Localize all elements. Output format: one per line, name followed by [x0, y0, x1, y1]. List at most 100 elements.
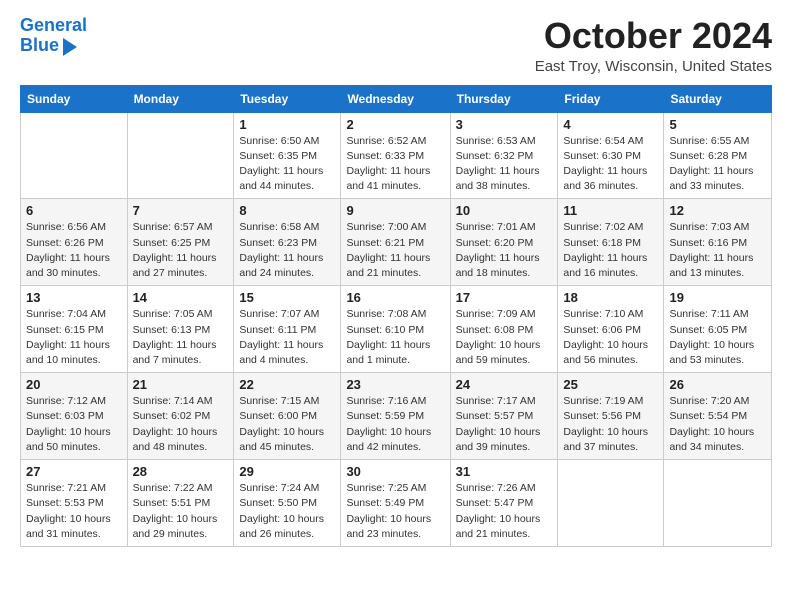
day-cell: 24 Sunrise: 7:17 AMSunset: 5:57 PMDayligh… — [450, 373, 558, 460]
day-number: 24 — [456, 377, 553, 392]
week-row-5: 27 Sunrise: 7:21 AMSunset: 5:53 PMDayligh… — [21, 460, 772, 547]
week-row-1: 1 Sunrise: 6:50 AMSunset: 6:35 PMDaylight… — [21, 112, 772, 199]
day-cell: 5 Sunrise: 6:55 AMSunset: 6:28 PMDaylight… — [664, 112, 772, 199]
day-detail: Sunrise: 7:24 AMSunset: 5:50 PMDaylight:… — [239, 481, 335, 542]
logo-text: General Blue — [20, 16, 87, 56]
day-detail: Sunrise: 7:01 AMSunset: 6:20 PMDaylight:… — [456, 220, 553, 281]
day-number: 11 — [563, 203, 658, 218]
day-cell: 9Sunrise: 7:00 AMSunset: 6:21 PMDaylight… — [341, 199, 450, 286]
location-title: East Troy, Wisconsin, United States — [535, 58, 772, 75]
day-cell: 27 Sunrise: 7:21 AMSunset: 5:53 PMDayligh… — [21, 460, 128, 547]
day-number: 16 — [346, 290, 444, 305]
logo-arrow-icon — [63, 38, 77, 56]
day-cell: 19 Sunrise: 7:11 AMSunset: 6:05 PMDayligh… — [664, 286, 772, 373]
day-cell: 22 Sunrise: 7:15 AMSunset: 6:00 PMDayligh… — [234, 373, 341, 460]
day-cell: 23Sunrise: 7:16 AMSunset: 5:59 PMDayligh… — [341, 373, 450, 460]
day-detail: Sunrise: 7:21 AMSunset: 5:53 PMDaylight:… — [26, 481, 122, 542]
day-cell — [664, 460, 772, 547]
day-number: 30 — [346, 464, 444, 479]
day-cell: 4Sunrise: 6:54 AMSunset: 6:30 PMDaylight… — [558, 112, 664, 199]
day-detail: Sunrise: 7:09 AMSunset: 6:08 PMDaylight:… — [456, 307, 553, 368]
day-number: 14 — [133, 290, 229, 305]
day-cell: 17 Sunrise: 7:09 AMSunset: 6:08 PMDayligh… — [450, 286, 558, 373]
weekday-header-saturday: Saturday — [664, 85, 772, 112]
day-detail: Sunrise: 7:00 AMSunset: 6:21 PMDaylight:… — [346, 220, 444, 281]
day-detail: Sunrise: 7:05 AMSunset: 6:13 PMDaylight:… — [133, 307, 229, 368]
day-cell: 3 Sunrise: 6:53 AMSunset: 6:32 PMDaylight… — [450, 112, 558, 199]
day-number: 15 — [239, 290, 335, 305]
header: General Blue October 2024 East Troy, Wis… — [20, 16, 772, 75]
day-number: 21 — [133, 377, 229, 392]
day-number: 10 — [456, 203, 553, 218]
day-detail: Sunrise: 6:58 AMSunset: 6:23 PMDaylight:… — [239, 220, 335, 281]
day-cell: 16 Sunrise: 7:08 AMSunset: 6:10 PMDayligh… — [341, 286, 450, 373]
day-detail: Sunrise: 7:19 AMSunset: 5:56 PMDaylight:… — [563, 394, 658, 455]
day-cell: 10 Sunrise: 7:01 AMSunset: 6:20 PMDayligh… — [450, 199, 558, 286]
day-cell: 29 Sunrise: 7:24 AMSunset: 5:50 PMDayligh… — [234, 460, 341, 547]
day-cell: 21Sunrise: 7:14 AMSunset: 6:02 PMDayligh… — [127, 373, 234, 460]
calendar-table: SundayMondayTuesdayWednesdayThursdayFrid… — [20, 85, 772, 547]
day-cell: 14 Sunrise: 7:05 AMSunset: 6:13 PMDayligh… — [127, 286, 234, 373]
day-detail: Sunrise: 6:55 AMSunset: 6:28 PMDaylight:… — [669, 134, 766, 195]
day-detail: Sunrise: 6:53 AMSunset: 6:32 PMDaylight:… — [456, 134, 553, 195]
day-cell: 20Sunrise: 7:12 AMSunset: 6:03 PMDayligh… — [21, 373, 128, 460]
weekday-header-wednesday: Wednesday — [341, 85, 450, 112]
weekday-header-monday: Monday — [127, 85, 234, 112]
weekday-header-friday: Friday — [558, 85, 664, 112]
day-cell: 1 Sunrise: 6:50 AMSunset: 6:35 PMDaylight… — [234, 112, 341, 199]
day-detail: Sunrise: 6:52 AMSunset: 6:33 PMDaylight:… — [346, 134, 444, 195]
day-detail: Sunrise: 6:57 AMSunset: 6:25 PMDaylight:… — [133, 220, 229, 281]
day-detail: Sunrise: 7:16 AMSunset: 5:59 PMDaylight:… — [346, 394, 444, 455]
day-cell: 11 Sunrise: 7:02 AMSunset: 6:18 PMDayligh… — [558, 199, 664, 286]
day-number: 17 — [456, 290, 553, 305]
weekday-header-thursday: Thursday — [450, 85, 558, 112]
day-cell: 12Sunrise: 7:03 AMSunset: 6:16 PMDayligh… — [664, 199, 772, 286]
week-row-3: 13Sunrise: 7:04 AMSunset: 6:15 PMDayligh… — [21, 286, 772, 373]
day-detail: Sunrise: 7:20 AMSunset: 5:54 PMDaylight:… — [669, 394, 766, 455]
day-detail: Sunrise: 7:15 AMSunset: 6:00 PMDaylight:… — [239, 394, 335, 455]
day-number: 12 — [669, 203, 766, 218]
day-number: 2 — [346, 117, 444, 132]
weekday-header-tuesday: Tuesday — [234, 85, 341, 112]
day-number: 19 — [669, 290, 766, 305]
day-cell: 6 Sunrise: 6:56 AMSunset: 6:26 PMDaylight… — [21, 199, 128, 286]
day-number: 27 — [26, 464, 122, 479]
day-cell: 13Sunrise: 7:04 AMSunset: 6:15 PMDayligh… — [21, 286, 128, 373]
day-cell: 2 Sunrise: 6:52 AMSunset: 6:33 PMDaylight… — [341, 112, 450, 199]
day-detail: Sunrise: 6:54 AMSunset: 6:30 PMDaylight:… — [563, 134, 658, 195]
day-cell — [21, 112, 128, 199]
day-detail: Sunrise: 7:07 AMSunset: 6:11 PMDaylight:… — [239, 307, 335, 368]
day-detail: Sunrise: 7:02 AMSunset: 6:18 PMDaylight:… — [563, 220, 658, 281]
day-number: 6 — [26, 203, 122, 218]
day-detail: Sunrise: 7:08 AMSunset: 6:10 PMDaylight:… — [346, 307, 444, 368]
day-number: 31 — [456, 464, 553, 479]
day-number: 18 — [563, 290, 658, 305]
day-number: 1 — [239, 117, 335, 132]
month-title: October 2024 — [535, 16, 772, 56]
day-detail: Sunrise: 7:17 AMSunset: 5:57 PMDaylight:… — [456, 394, 553, 455]
day-number: 8 — [239, 203, 335, 218]
day-number: 26 — [669, 377, 766, 392]
day-detail: Sunrise: 7:10 AMSunset: 6:06 PMDaylight:… — [563, 307, 658, 368]
day-number: 29 — [239, 464, 335, 479]
day-number: 3 — [456, 117, 553, 132]
day-cell: 28 Sunrise: 7:22 AMSunset: 5:51 PMDayligh… — [127, 460, 234, 547]
day-number: 28 — [133, 464, 229, 479]
day-detail: Sunrise: 6:50 AMSunset: 6:35 PMDaylight:… — [239, 134, 335, 195]
day-number: 13 — [26, 290, 122, 305]
day-cell: 7Sunrise: 6:57 AMSunset: 6:25 PMDaylight… — [127, 199, 234, 286]
title-area: October 2024 East Troy, Wisconsin, Unite… — [535, 16, 772, 75]
week-row-2: 6 Sunrise: 6:56 AMSunset: 6:26 PMDaylight… — [21, 199, 772, 286]
day-detail: Sunrise: 7:22 AMSunset: 5:51 PMDaylight:… — [133, 481, 229, 542]
day-cell — [558, 460, 664, 547]
day-cell: 26 Sunrise: 7:20 AMSunset: 5:54 PMDayligh… — [664, 373, 772, 460]
day-detail: Sunrise: 6:56 AMSunset: 6:26 PMDaylight:… — [26, 220, 122, 281]
day-number: 22 — [239, 377, 335, 392]
day-detail: Sunrise: 7:11 AMSunset: 6:05 PMDaylight:… — [669, 307, 766, 368]
day-cell — [127, 112, 234, 199]
logo: General Blue — [20, 16, 87, 56]
day-number: 5 — [669, 117, 766, 132]
day-detail: Sunrise: 7:26 AMSunset: 5:47 PMDaylight:… — [456, 481, 553, 542]
day-number: 20 — [26, 377, 122, 392]
day-cell: 15 Sunrise: 7:07 AMSunset: 6:11 PMDayligh… — [234, 286, 341, 373]
